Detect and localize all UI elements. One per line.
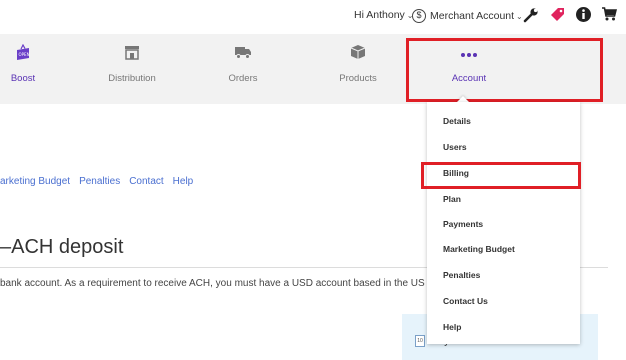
- billing-highlight-box: [421, 162, 581, 189]
- subnav-link-penalties[interactable]: Penalties: [79, 176, 120, 187]
- account-highlight-box: [406, 38, 603, 102]
- distribution-icon: [125, 46, 139, 60]
- menu-item-details[interactable]: Details: [443, 116, 471, 126]
- cart-icon[interactable]: [601, 6, 617, 22]
- nav-item-orders[interactable]: Orders: [198, 34, 288, 104]
- calendar-icon: 10: [415, 335, 425, 347]
- ach-description: bank account. As a requirement to receiv…: [0, 278, 430, 289]
- menu-item-users[interactable]: Users: [443, 142, 467, 152]
- menu-item-marketing-budget[interactable]: Marketing Budget: [443, 244, 515, 254]
- tag-icon[interactable]: [549, 6, 567, 24]
- account-dropdown-menu: Details Users Billing Plan Payments Mark…: [427, 102, 580, 344]
- wrench-icon[interactable]: [522, 6, 540, 24]
- orders-truck-icon: [235, 47, 251, 59]
- boost-icon: OPEN: [17, 44, 30, 60]
- subnav-link-help[interactable]: Help: [173, 176, 194, 187]
- nav-label-boost: Boost: [10, 73, 36, 84]
- dollar-circle-icon: $: [412, 9, 426, 23]
- page-heading: –ACH deposit: [0, 236, 124, 258]
- merchant-account-dropdown[interactable]: $ Merchant Account ⌄: [412, 5, 523, 27]
- menu-item-penalties[interactable]: Penalties: [443, 270, 480, 280]
- merchant-account-label: Merchant Account: [430, 10, 515, 22]
- menu-item-help[interactable]: Help: [443, 322, 461, 332]
- nav-item-distribution[interactable]: Distribution: [87, 34, 177, 104]
- subnav-link-marketing-budget[interactable]: arketing Budget: [0, 176, 70, 187]
- info-icon[interactable]: [575, 6, 592, 23]
- top-bar: Hi Anthony ⌄ $ Merchant Account ⌄: [0, 0, 626, 34]
- nav-item-products[interactable]: Products: [313, 34, 403, 104]
- nav-label-orders: Orders: [228, 73, 258, 84]
- nav-item-boost[interactable]: OPEN Boost: [0, 34, 68, 104]
- subnav-link-contact[interactable]: Contact: [129, 176, 163, 187]
- svg-text:OPEN: OPEN: [19, 52, 30, 57]
- products-box-icon: [350, 45, 366, 59]
- nav-label-distribution: Distribution: [108, 73, 156, 84]
- subnav-links: arketing Budget Penalties Contact Help: [0, 176, 202, 187]
- menu-item-contact-us[interactable]: Contact Us: [443, 296, 488, 306]
- user-greeting-dropdown[interactable]: Hi Anthony ⌄: [354, 9, 414, 21]
- greeting-label: Hi Anthony: [354, 9, 405, 21]
- nav-label-products: Products: [339, 73, 377, 84]
- menu-item-payments[interactable]: Payments: [443, 219, 483, 229]
- menu-item-plan[interactable]: Plan: [443, 194, 461, 204]
